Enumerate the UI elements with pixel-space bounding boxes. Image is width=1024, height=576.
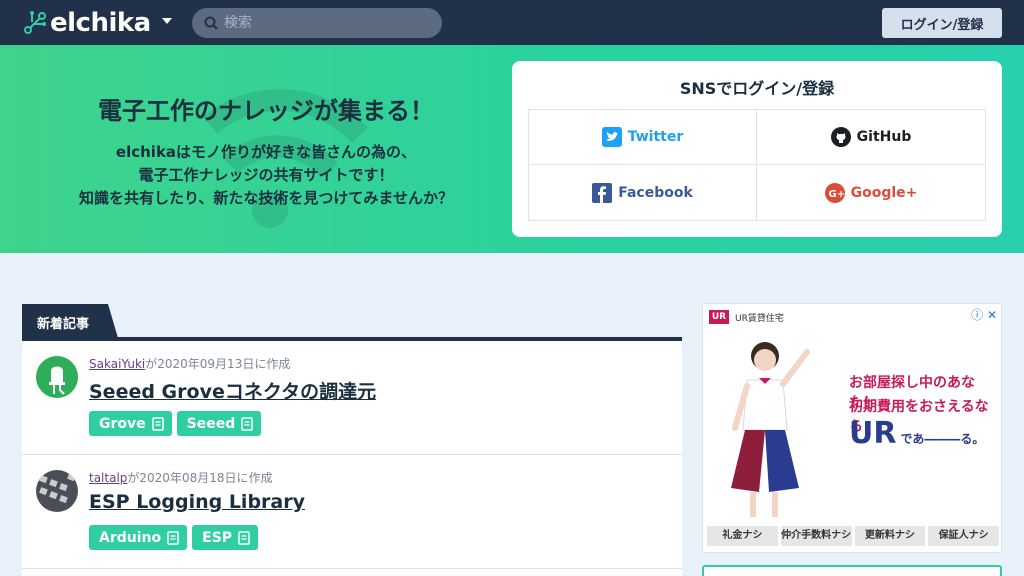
ad-ur-small: であ―――る。 (900, 432, 985, 446)
created-date: が2020年08月18日に作成 (127, 471, 273, 485)
ad-logo: UR (709, 310, 729, 324)
login-register-button[interactable]: ログイン/登録 (882, 8, 1002, 38)
top-navbar: elchika ログイン/登録 (0, 0, 1024, 45)
article-title-link[interactable]: ESP Logging Library (89, 491, 305, 513)
twitter-icon (601, 127, 622, 147)
tag-label: Arduino (99, 529, 162, 546)
ad-header: UR UR賃貸住宅 (709, 310, 784, 324)
created-date: が2020年09月13日に作成 (145, 357, 291, 371)
google-plus-login-button[interactable]: G+ Google+ (757, 165, 985, 220)
article-item: taltalpが2020年08月18日に作成 ESP Logging Libra… (22, 455, 682, 569)
avatar[interactable] (36, 356, 78, 398)
ad-feature-bar: 礼金ナシ 仲介手数料ナシ 更新料ナシ 保証人ナシ (707, 526, 999, 546)
tag-chip[interactable]: ESP (192, 525, 259, 550)
keyboard-avatar-icon (36, 470, 78, 512)
author-link[interactable]: SakaiYuki (89, 357, 145, 371)
twitter-label: Twitter (627, 129, 684, 145)
article-title-link[interactable]: Seeed Groveコネクタの調達元 (89, 377, 376, 404)
book-icon (241, 416, 253, 431)
github-login-button[interactable]: GitHub (757, 110, 985, 165)
article-list: SakaiYukiが2020年09月13日に作成 Seeed Groveコネクタ… (22, 341, 682, 576)
person-illustration-icon (731, 342, 810, 517)
hero-title: 電子工作のナレッジが集まる！ (98, 97, 434, 125)
tag-label: ESP (202, 529, 233, 546)
ad-chip: 更新料ナシ (854, 526, 926, 546)
tag-list: Arduino ESP (89, 525, 259, 550)
search-box[interactable] (192, 8, 442, 38)
tag-chip[interactable]: Seeed (176, 411, 262, 436)
hero-line: 知識を共有したり、新たな技術を見つけてみませんか？ (79, 189, 453, 207)
facebook-icon (592, 182, 613, 203)
search-icon (204, 16, 218, 30)
circuit-logo-icon (24, 11, 46, 34)
ad-ur-slogan: UR であ―――る。 (849, 416, 984, 451)
tag-label: Seeed (186, 415, 236, 432)
svg-text:G+: G+ (828, 189, 845, 200)
ad-chip: 保証人ナシ (928, 526, 999, 546)
logo-text: elchika (50, 8, 151, 38)
tab-new-articles[interactable]: 新着記事 (22, 304, 118, 338)
chevron-down-icon[interactable] (160, 14, 174, 28)
author-link[interactable]: taltalp (89, 471, 127, 485)
hero-line: 電子工作ナレッジの共有サイトです！ (138, 166, 394, 184)
tab-label: 新着記事 (37, 317, 90, 332)
led-avatar-icon (36, 356, 78, 398)
google-plus-label: Google+ (850, 184, 918, 201)
advertisement-banner[interactable]: UR UR賃貸住宅 ⓘ ✕ お部屋探し中のあなた！ 初期費用をおさえるなら UR… (702, 303, 1002, 553)
search-input[interactable] (224, 15, 424, 31)
ad-choices-icon[interactable]: ⓘ ✕ (971, 306, 997, 323)
book-icon (151, 416, 164, 431)
avatar[interactable] (36, 470, 78, 512)
ad-chip: 仲介手数料ナシ (780, 526, 852, 546)
hero-line: elchikaはモノ作りが好きな皆さんの為の、 (115, 143, 417, 161)
google-plus-icon: G+ (824, 182, 845, 203)
hero-description: elchikaはモノ作りが好きな皆さんの為の、 電子工作ナレッジの共有サイトです… (0, 141, 532, 210)
github-label: GitHub (856, 129, 912, 145)
article-meta: SakaiYukiが2020年09月13日に作成 (89, 355, 290, 372)
sidebar-widget (702, 565, 1002, 576)
sns-login-title: SNSでログイン/登録 (679, 79, 835, 98)
sns-login-card: SNSでログイン/登録 Twitter GitHub Facebook G+ G… (512, 61, 1002, 237)
facebook-label: Facebook (618, 184, 693, 201)
github-icon (830, 127, 851, 147)
site-logo[interactable]: elchika (22, 8, 151, 38)
tag-label: Grove (99, 415, 146, 432)
hero-banner: 電子工作のナレッジが集まる！ elchikaはモノ作りが好きな皆さんの為の、 電… (0, 45, 1024, 253)
ad-ur-big: UR (849, 416, 897, 451)
tag-chip[interactable]: Grove (89, 411, 172, 436)
tag-list: Grove Seeed (89, 411, 262, 436)
twitter-login-button[interactable]: Twitter (529, 110, 757, 165)
tag-chip[interactable]: Arduino (89, 525, 188, 550)
book-icon (167, 530, 179, 545)
book-icon (238, 530, 250, 545)
sns-button-grid: Twitter GitHub Facebook G+ Google+ (528, 109, 986, 221)
article-item: SakaiYukiが2020年09月13日に作成 Seeed Groveコネクタ… (22, 341, 682, 455)
ad-brand: UR賃貸住宅 (735, 313, 784, 324)
facebook-login-button[interactable]: Facebook (529, 165, 757, 220)
article-meta: taltalpが2020年08月18日に作成 (89, 469, 273, 486)
ad-chip: 礼金ナシ (707, 526, 778, 546)
